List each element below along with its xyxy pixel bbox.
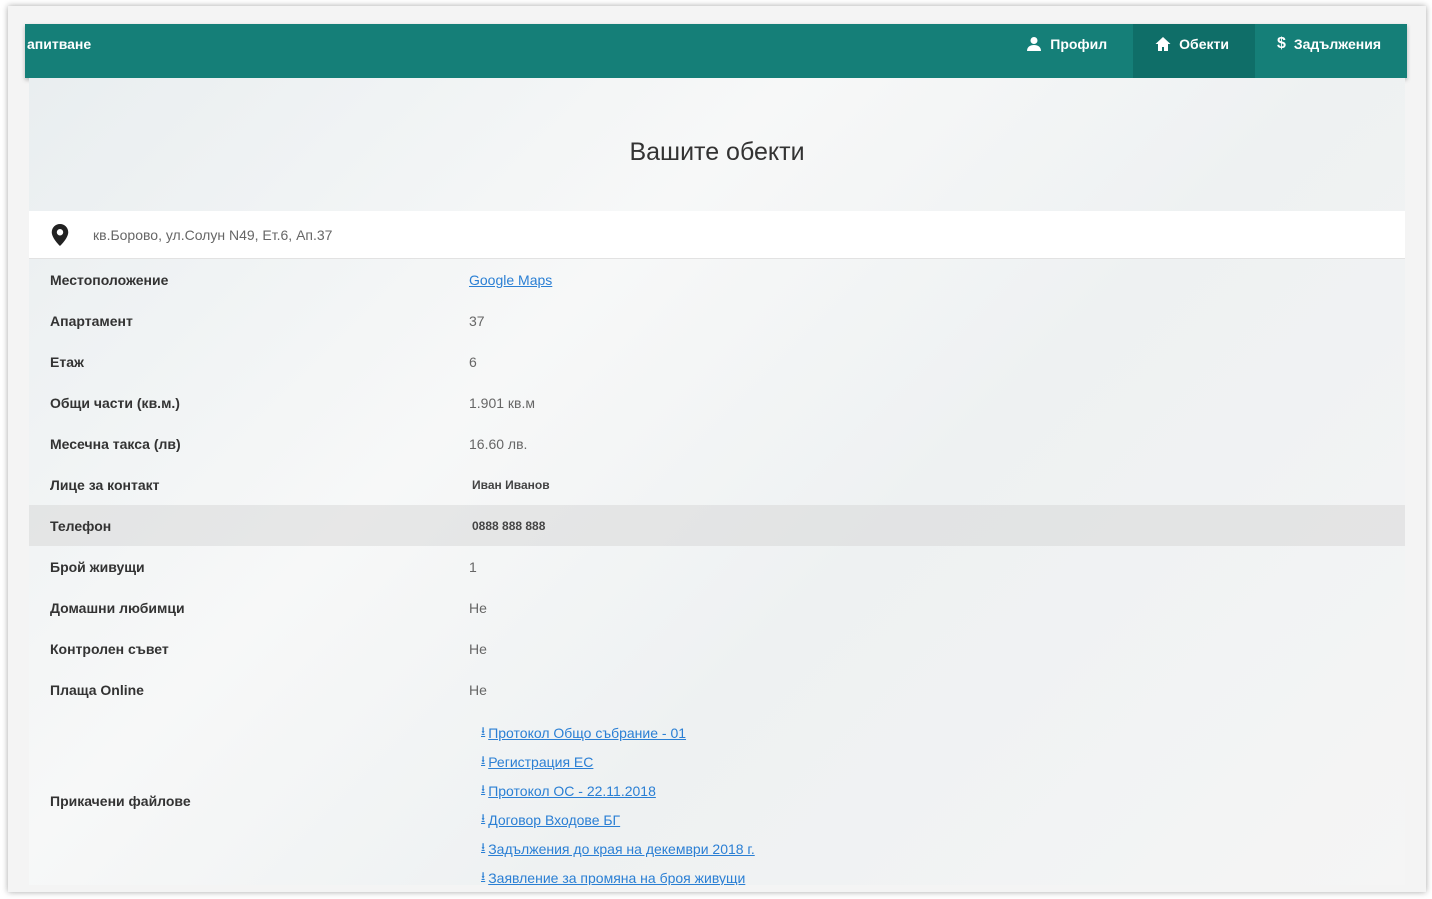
pets-label: Домашни любимци bbox=[50, 599, 185, 616]
download-icon: ⭳ bbox=[481, 724, 486, 738]
page-title: Вашите обекти bbox=[629, 138, 805, 166]
main-content: Вашите обекти кв.Борово, ул.Солун N49, Е… bbox=[29, 78, 1405, 885]
download-icon: ⭳ bbox=[481, 869, 486, 883]
common-parts-value: 1.901 кв.м bbox=[469, 394, 536, 411]
floor-label: Етаж bbox=[50, 353, 84, 370]
pays-online-value: Не bbox=[469, 681, 487, 698]
apartment-label: Апартамент bbox=[50, 312, 133, 329]
download-icon: ⭳ bbox=[481, 840, 486, 854]
table-row: Апартамент 37 bbox=[29, 300, 1405, 341]
user-icon bbox=[1027, 37, 1042, 51]
table-row: Местоположение Google Maps bbox=[29, 259, 1405, 300]
file-link-label: Задължения до края на декември 2018 г. bbox=[488, 840, 755, 857]
pays-online-label: Плаща Online bbox=[50, 681, 144, 698]
table-row: Етаж 6 bbox=[29, 341, 1405, 382]
nav-item-debts-label: Задължения bbox=[1293, 36, 1381, 52]
property-address: кв.Борово, ул.Солун N49, Ет.6, Ап.37 bbox=[93, 226, 333, 243]
download-icon: ⭳ bbox=[481, 753, 486, 767]
home-icon bbox=[1155, 37, 1171, 51]
brand-title[interactable]: апитване bbox=[25, 24, 91, 78]
attached-files-list: ⭳ Протокол Общо събрание - 01 ⭳ Регистраци… bbox=[447, 710, 1405, 885]
table-row: Лице за контакт Иван Иванов bbox=[29, 464, 1405, 505]
phone-label: Телефон bbox=[29, 505, 447, 546]
table-row: Плаща Online Не bbox=[29, 669, 1405, 710]
property-address-header[interactable]: кв.Борово, ул.Солун N49, Ет.6, Ап.37 bbox=[29, 211, 1405, 259]
dollar-icon: $ bbox=[1276, 35, 1286, 52]
nav-item-objects-label: Обекти bbox=[1179, 36, 1229, 52]
file-link[interactable]: ⭳ Регистрация ЕС bbox=[469, 747, 1405, 776]
file-link-label: Регистрация ЕС bbox=[488, 753, 594, 770]
map-marker-icon bbox=[51, 223, 69, 246]
file-link[interactable]: ⭳ Заявление за промяна на броя живущи bbox=[469, 863, 1405, 885]
file-link[interactable]: ⭳ Договор Входове БГ bbox=[469, 805, 1405, 834]
file-link[interactable]: ⭳ Протокол ОС - 22.11.2018 bbox=[469, 776, 1405, 805]
google-maps-link[interactable]: Google Maps bbox=[469, 272, 552, 288]
residents-value: 1 bbox=[469, 558, 477, 575]
property-details-table: Местоположение Google Maps Апартамент 37… bbox=[29, 259, 1405, 885]
floor-value: 6 bbox=[469, 353, 477, 370]
download-icon: ⭳ bbox=[481, 811, 486, 825]
monthly-fee-label: Месечна такса (лв) bbox=[50, 435, 181, 452]
residents-label: Брой живущи bbox=[50, 558, 145, 575]
nav-item-profile-label: Профил bbox=[1050, 36, 1108, 52]
control-board-label: Контролен съвет bbox=[50, 640, 169, 657]
table-row: Брой живущи 1 bbox=[29, 546, 1405, 587]
table-row: Домашни любимци Не bbox=[29, 587, 1405, 628]
table-row: Месечна такса (лв) 16.60 лв. bbox=[29, 423, 1405, 464]
file-link[interactable]: ⭳ Протокол Общо събрание - 01 bbox=[469, 718, 1405, 747]
contact-value: Иван Иванов bbox=[472, 477, 550, 492]
file-link[interactable]: ⭳ Задължения до края на декември 2018 г. bbox=[469, 834, 1405, 863]
control-board-value: Не bbox=[469, 640, 487, 657]
file-link-label: Протокол ОС - 22.11.2018 bbox=[488, 782, 656, 799]
table-row: Общи части (кв.м.) 1.901 кв.м bbox=[29, 382, 1405, 423]
table-row: Контролен съвет Не bbox=[29, 628, 1405, 669]
table-row: Прикачени файлове ⭳ Протокол Общо събрани… bbox=[29, 710, 1405, 885]
download-icon: ⭳ bbox=[481, 782, 486, 796]
table-row: Телефон 0888 888 888 bbox=[29, 505, 1405, 546]
top-navbar: апитване Профил Обекти $ Задължения bbox=[25, 24, 1407, 78]
file-link-label: Договор Входове БГ bbox=[488, 811, 621, 828]
contact-label: Лице за контакт bbox=[50, 476, 160, 493]
monthly-fee-value: 16.60 лв. bbox=[469, 435, 528, 452]
nav-menu: Профил Обекти $ Задължения bbox=[1004, 24, 1407, 78]
nav-item-objects[interactable]: Обекти bbox=[1133, 24, 1255, 78]
phone-value: 0888 888 888 bbox=[447, 505, 1405, 546]
location-label: Местоположение bbox=[50, 271, 169, 288]
common-parts-label: Общи части (кв.м.) bbox=[50, 394, 180, 411]
pets-value: Не bbox=[469, 599, 487, 616]
apartment-value: 37 bbox=[469, 312, 485, 329]
attached-files-label: Прикачени файлове bbox=[50, 793, 191, 809]
file-link-label: Протокол Общо събрание - 01 bbox=[488, 724, 687, 741]
nav-item-debts[interactable]: $ Задължения bbox=[1255, 24, 1407, 78]
file-link-label: Заявление за промяна на броя живущи bbox=[488, 869, 746, 886]
nav-item-profile[interactable]: Профил bbox=[1004, 24, 1133, 78]
